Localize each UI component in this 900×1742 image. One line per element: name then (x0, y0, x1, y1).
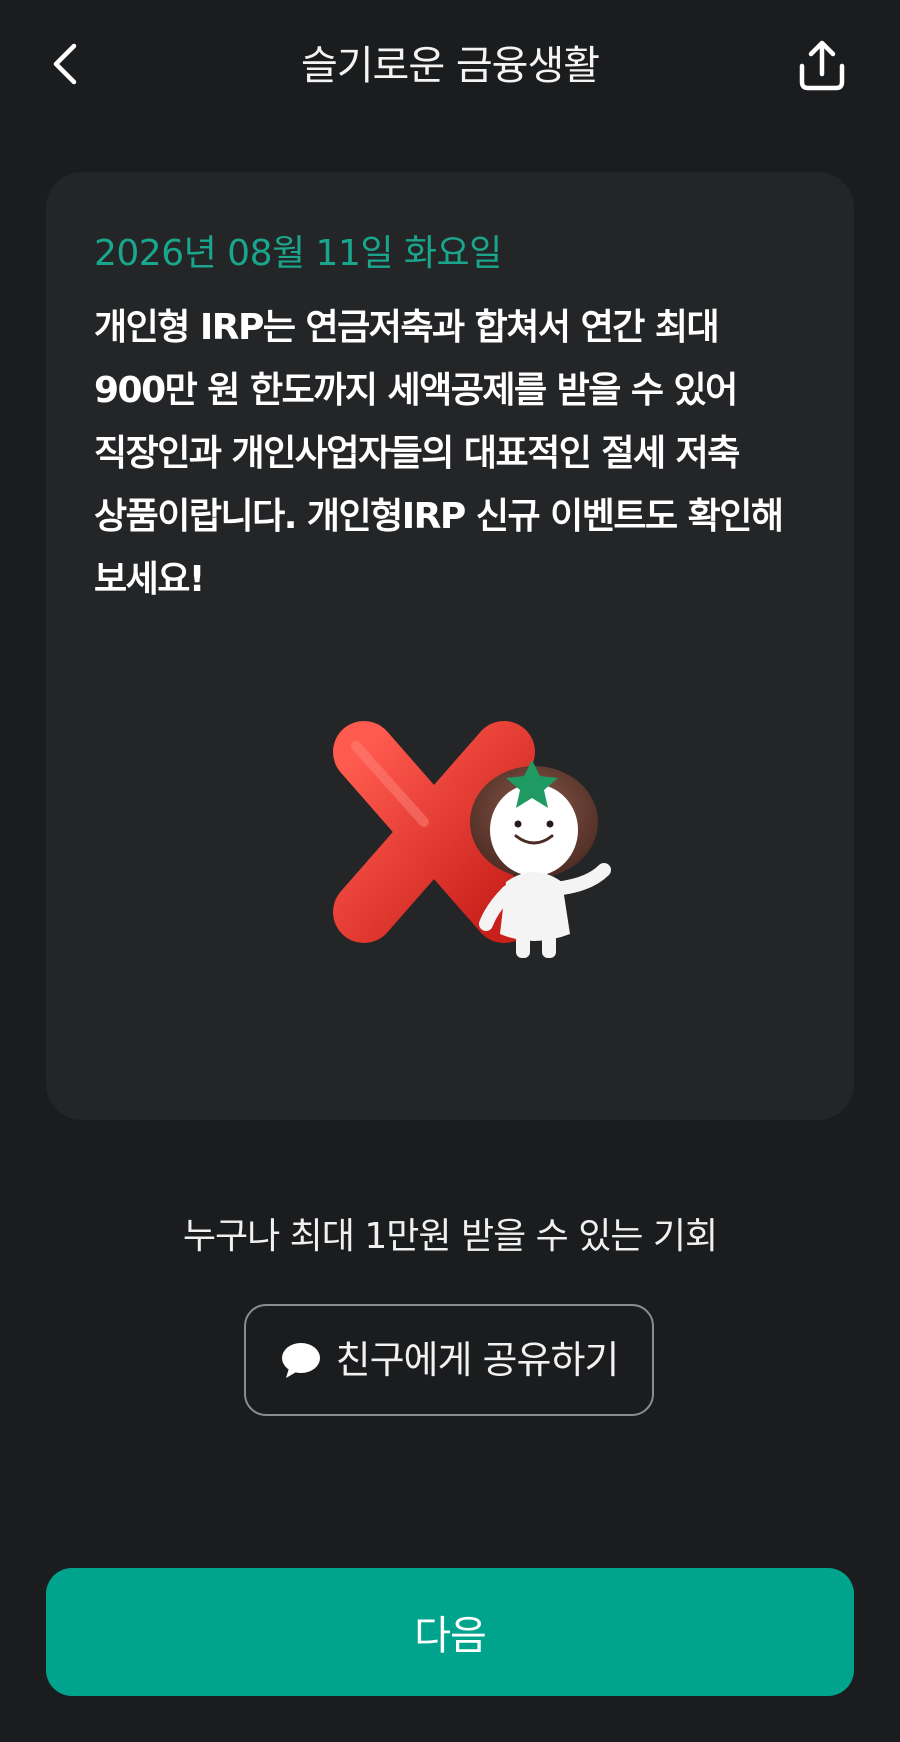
card-date: 2026년 08월 11일 화요일 (94, 233, 502, 274)
share-button[interactable] (790, 34, 854, 98)
red-x-mascot-illustration (304, 712, 624, 972)
card-body-text: 개인형 IRP는 연금저축과 합쳐서 연간 최대 900만 원 한도까지 세액공… (94, 307, 784, 600)
share-with-friend-label: 친구에게 공유하기 (335, 1338, 620, 1382)
next-button-label: 다음 (414, 1613, 487, 1659)
chat-bubble-icon (280, 1340, 322, 1380)
app-header: 슬기로운 금융생활 (0, 0, 900, 130)
chevron-left-icon (53, 43, 77, 85)
share-upload-icon (799, 40, 845, 91)
info-card: 2026년 08월 11일 화요일 개인형 IRP는 연금저축과 합쳐서 연간 … (46, 172, 854, 1120)
promo-text: 누구나 최대 1만원 받을 수 있는 기회 (182, 1216, 718, 1257)
next-button[interactable]: 다음 (46, 1568, 854, 1696)
red-x-icon (333, 721, 611, 958)
share-with-friend-button[interactable]: 친구에게 공유하기 (244, 1304, 654, 1416)
mascot-character (470, 760, 611, 958)
back-button[interactable] (40, 34, 92, 94)
page-title: 슬기로운 금융생활 (300, 43, 600, 89)
